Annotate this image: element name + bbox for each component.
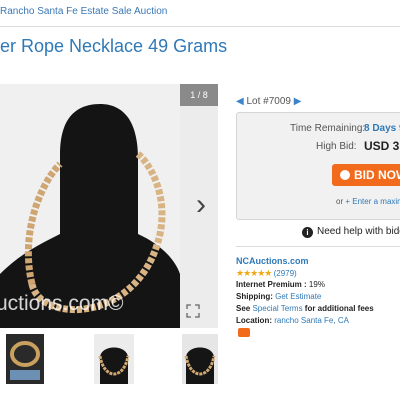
plus-icon: + (345, 197, 351, 206)
divider (0, 26, 400, 27)
main-photo[interactable]: 1 / 8 › uctions.com© (0, 84, 218, 328)
or-text: or (336, 197, 344, 206)
help-bidding-link[interactable]: i Need help with bidd (302, 226, 400, 238)
image-counter: 1 / 8 (180, 84, 218, 106)
location: Location: rancho Santa Fe, CA (236, 316, 349, 325)
location-link[interactable]: rancho Santa Fe, CA (274, 316, 349, 325)
seller-rating: ★★★★★ (2979) (236, 268, 297, 279)
max-bid-line: or + Enter a maxim (336, 197, 400, 206)
bid-now-button[interactable]: BID NOW (332, 164, 400, 186)
thumbnail-image (94, 334, 134, 384)
thumbnail-image (182, 334, 218, 384)
special-terms-link[interactable]: Special Terms (252, 304, 302, 313)
bid-now-label: BID NOW (354, 168, 400, 182)
arrow-left-icon[interactable]: ◀ (236, 96, 244, 107)
expand-icon[interactable] (186, 304, 200, 318)
thumbnail-1[interactable] (6, 334, 44, 384)
lot-number: Lot #7009 (246, 96, 291, 107)
arrow-right-icon[interactable]: ▶ (294, 96, 302, 107)
shipping: Shipping: Get Estimate (236, 292, 321, 301)
high-bid-label: High Bid: (316, 141, 357, 152)
badge-icon (238, 328, 250, 337)
page-title: er Rope Necklace 49 Grams (0, 36, 228, 56)
help-text: Need help with bidd (317, 226, 400, 237)
divider (236, 246, 400, 247)
time-remaining-label: Time Remaining: (290, 123, 366, 134)
thumbnail-3[interactable] (182, 334, 218, 384)
info-icon: i (302, 227, 313, 238)
seller-name-link[interactable]: NCAuctions.com (236, 256, 309, 266)
chevron-right-icon[interactable]: › (190, 190, 212, 220)
high-bid-value: USD 3. (364, 139, 400, 153)
thumbnail-image (6, 334, 44, 384)
photo-watermark: uctions.com© (0, 292, 124, 315)
enter-max-bid-label: Enter a maxim (352, 197, 400, 206)
lot-navigation: ◀ Lot #7009 ▶ (236, 96, 301, 107)
shipping-label: Shipping: (236, 292, 273, 301)
rating-count-link[interactable]: (2979) (274, 269, 297, 278)
location-label: Location: (236, 316, 272, 325)
internet-premium: Internet Premium : 19% (236, 280, 325, 289)
rating-stars-icon: ★★★★★ (236, 268, 272, 278)
terms-suffix: for additional fees (304, 304, 374, 313)
gavel-icon (340, 170, 350, 180)
enter-max-bid-link[interactable]: + Enter a maxim (345, 197, 400, 206)
breadcrumb[interactable]: Rancho Santa Fe Estate Sale Auction (0, 6, 167, 17)
premium-label: Internet Premium : (236, 280, 307, 289)
special-terms: See Special Terms for additional fees (236, 304, 374, 313)
time-remaining-value: 8 Days 9 (364, 123, 400, 134)
premium-value: 19% (308, 280, 325, 289)
get-estimate-link[interactable]: Get Estimate (275, 292, 321, 301)
thumbnail-2[interactable] (94, 334, 134, 384)
see-text: See (236, 304, 251, 313)
